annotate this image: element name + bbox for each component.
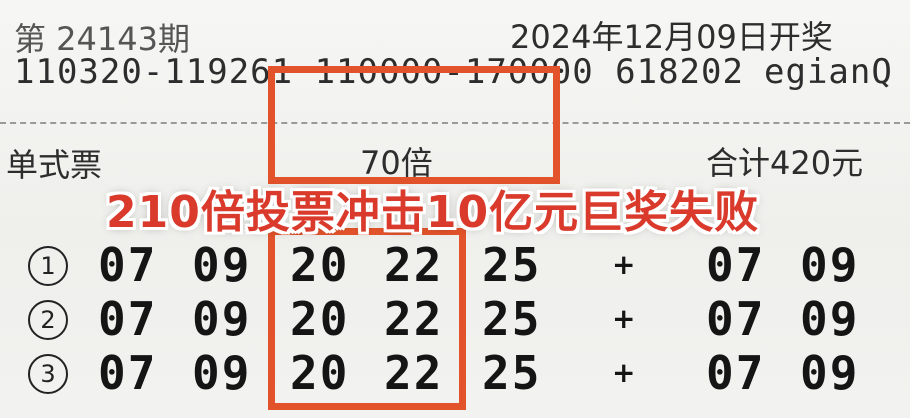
plus-sign: +	[612, 248, 636, 281]
check-code: egianQ	[764, 52, 893, 92]
back-number: 07	[706, 346, 766, 400]
back-number: 09	[800, 346, 860, 400]
front-number: 25	[482, 292, 542, 346]
front-number: 09	[192, 292, 252, 346]
headline-caption: 210倍投票冲击10亿元巨奖失败	[106, 187, 760, 238]
back-number: 09	[800, 292, 860, 346]
back-number: 07	[706, 238, 766, 292]
lottery-ticket: 第 24143期 2024年12月09日开奖 110320-119261 110…	[0, 0, 910, 418]
front-number: 25	[482, 346, 542, 400]
front-number: 07	[98, 292, 158, 346]
front-number: 07	[98, 346, 158, 400]
plus-sign: +	[612, 302, 636, 335]
front-number: 09	[192, 346, 252, 400]
row-index: 3	[28, 354, 68, 394]
front-number: 09	[192, 238, 252, 292]
multiplier-highlight-box	[268, 66, 560, 184]
row-index: 2	[28, 300, 68, 340]
back-number: 09	[800, 238, 860, 292]
plus-sign: +	[612, 356, 636, 389]
ticket-type: 单式票	[6, 146, 103, 184]
back-number: 07	[706, 292, 766, 346]
front-number: 25	[482, 238, 542, 292]
row-index: 1	[28, 246, 68, 286]
front-number: 07	[98, 238, 158, 292]
numbers-highlight-box	[268, 228, 466, 410]
